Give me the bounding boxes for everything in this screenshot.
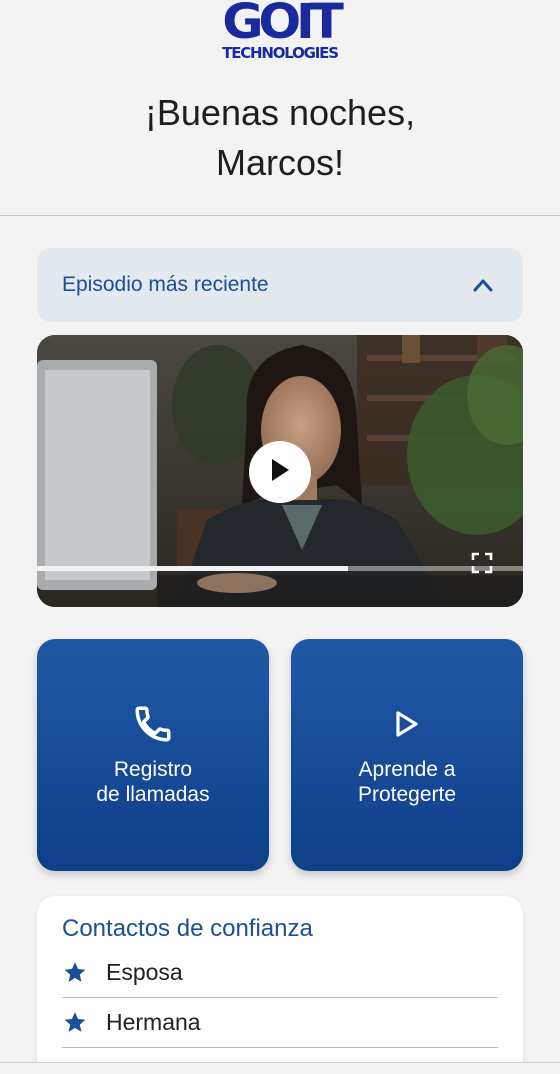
bottom-edge bbox=[0, 1062, 560, 1074]
learn-protect-label-line-1: Aprende a bbox=[358, 758, 456, 781]
trusted-contacts-card: Contactos de confianza Esposa Hermana bbox=[37, 896, 523, 1074]
latest-episode-label: Episodio más reciente bbox=[62, 273, 269, 296]
latest-episode-toggle[interactable]: Episodio más reciente bbox=[37, 248, 523, 322]
action-tiles: Registro de llamadas Aprende a Protegert… bbox=[37, 639, 523, 871]
call-log-button[interactable]: Registro de llamadas bbox=[37, 639, 269, 871]
video-progress-bar[interactable] bbox=[37, 566, 523, 571]
learn-protect-label-line-2: Protegerte bbox=[357, 783, 457, 806]
call-log-label: Registro de llamadas bbox=[53, 757, 253, 807]
learn-protect-button[interactable]: Aprende a Protegerte bbox=[291, 639, 523, 871]
contact-name: Hermana bbox=[106, 1009, 201, 1035]
star-icon bbox=[62, 1010, 106, 1035]
star-icon bbox=[62, 960, 106, 985]
call-log-label-line-1: Registro bbox=[113, 758, 193, 781]
greeting-line-2: Marcos! bbox=[215, 142, 345, 183]
greeting-title: ¡Buenas noches, Marcos! bbox=[70, 88, 490, 188]
fullscreen-icon[interactable] bbox=[470, 551, 494, 575]
trusted-contacts-title: Contactos de confianza bbox=[62, 915, 313, 942]
play-icon bbox=[269, 457, 291, 488]
video-progress-fill bbox=[37, 566, 349, 571]
logo-mark: GOIT bbox=[221, 0, 344, 50]
contact-item[interactable]: Hermana bbox=[62, 998, 498, 1048]
greeting-line-1: ¡Buenas noches, bbox=[144, 92, 416, 133]
phone-icon bbox=[132, 701, 174, 747]
brand-logo: GOIT TECHNOLOGIES bbox=[221, 0, 344, 62]
chevron-up-icon bbox=[473, 278, 493, 292]
call-log-label-line-2: de llamadas bbox=[96, 783, 210, 806]
play-button[interactable] bbox=[249, 441, 311, 503]
learn-protect-label: Aprende a Protegerte bbox=[307, 757, 507, 807]
header: GOIT TECHNOLOGIES ¡Buenas noches, Marcos… bbox=[0, 0, 560, 216]
contact-item[interactable]: Esposa bbox=[62, 948, 498, 998]
contact-name: Esposa bbox=[106, 959, 183, 985]
play-outline-icon bbox=[393, 701, 421, 747]
video-player[interactable] bbox=[37, 335, 523, 607]
